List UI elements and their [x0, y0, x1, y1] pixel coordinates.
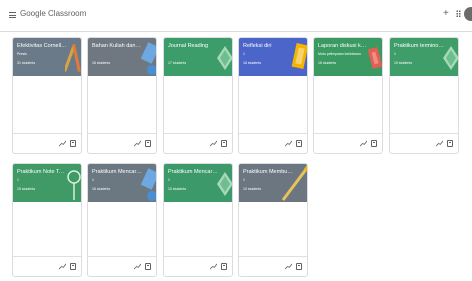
top-app-bar: Google Classroom +	[0, 0, 472, 32]
class-card-footer	[239, 133, 307, 153]
class-card-students: 16 students	[92, 61, 111, 65]
class-card-title[interactable]: Praktikum Mencari U...	[92, 169, 142, 175]
class-card-banner[interactable]: Laporan diskusi kelo... Mutu pelimpaian …	[314, 38, 382, 76]
class-card-section: 1	[394, 52, 396, 56]
trending-up-icon[interactable]	[210, 140, 217, 147]
class-card-title[interactable]: Praktikum Mencari Ju...	[168, 169, 218, 175]
class-card-title[interactable]: Praktikum terminolo...	[394, 43, 444, 49]
add-class-icon[interactable]: +	[443, 8, 449, 20]
class-card-section: 1	[168, 178, 170, 182]
class-card[interactable]: Praktikum terminolo... 1 19 students	[389, 37, 459, 154]
folder-icon[interactable]	[371, 140, 377, 147]
class-card-footer	[88, 256, 156, 276]
diamond-illustration-icon	[217, 46, 232, 70]
class-card[interactable]: Praktikum Mencari Ju... 1 10 students	[163, 163, 233, 277]
folder-icon[interactable]	[145, 263, 151, 270]
pencils-illustration-icon	[65, 43, 81, 72]
book-illustration-icon	[140, 42, 156, 75]
class-card-students: 17 students	[168, 61, 187, 65]
class-card-title[interactable]: Journal Reading	[168, 43, 218, 49]
class-card-section: Mutu pelimpaian kebidanan	[318, 52, 361, 56]
class-card-title[interactable]: Bahan Kuliah dan Pen...	[92, 43, 142, 49]
class-card-footer	[314, 133, 382, 153]
class-card-footer	[164, 133, 232, 153]
trending-up-icon[interactable]	[134, 263, 141, 270]
class-card[interactable]: Praktikum Mencari U... 1 16 students	[87, 163, 157, 277]
apps-grid-icon[interactable]	[456, 10, 461, 17]
diamond-illustration-icon	[443, 46, 458, 70]
trending-up-icon[interactable]	[285, 140, 292, 147]
class-card-footer	[13, 133, 81, 153]
class-card[interactable]: Bahan Kuliah dan Pen... 16 students	[87, 37, 157, 154]
class-card-students: 10 students	[168, 187, 187, 191]
class-card[interactable]: Efektivitas Cornell M... Presis 31 stude…	[12, 37, 82, 154]
folder-icon[interactable]	[70, 140, 76, 147]
book-illustration-icon	[140, 168, 156, 201]
notebook-illustration-icon	[291, 43, 307, 69]
class-card-students: 16 students	[92, 187, 111, 191]
trending-up-icon[interactable]	[134, 140, 141, 147]
class-card-title[interactable]: Refleksi diri	[243, 43, 293, 49]
class-card-footer	[164, 256, 232, 276]
class-card-students: 10 students	[243, 187, 262, 191]
class-card-banner[interactable]: Journal Reading 17 students	[164, 38, 232, 76]
trending-up-icon[interactable]	[59, 140, 66, 147]
class-card-banner[interactable]: Praktikum Note Takin... 1 15 students	[13, 164, 81, 202]
avatar[interactable]	[464, 7, 472, 21]
class-card-section: Presis	[17, 52, 27, 56]
folder-icon[interactable]	[296, 140, 302, 147]
class-card-footer	[13, 256, 81, 276]
app-title[interactable]: Google Classroom	[20, 9, 86, 18]
class-card-students: 19 students	[394, 61, 413, 65]
diamond-illustration-icon	[217, 172, 232, 196]
magnifier-illustration-icon	[67, 170, 81, 200]
class-card-title[interactable]: Praktikum Note Takin...	[17, 169, 67, 175]
class-card-footer	[88, 133, 156, 153]
class-card-title[interactable]: Laporan diskusi kelo...	[318, 43, 368, 49]
class-card-title[interactable]: Efektivitas Cornell M...	[17, 43, 67, 49]
class-card-banner[interactable]: Praktikum Mencari U... 1 16 students	[88, 164, 156, 202]
folder-icon[interactable]	[145, 140, 151, 147]
class-card[interactable]: Refleksi diri 1 16 students	[238, 37, 308, 154]
class-card[interactable]: Laporan diskusi kelo... Mutu pelimpaian …	[313, 37, 383, 154]
trending-up-icon[interactable]	[285, 263, 292, 270]
class-card-banner[interactable]: Efektivitas Cornell M... Presis 31 stude…	[13, 38, 81, 76]
trending-up-icon[interactable]	[436, 140, 443, 147]
pencil-illustration-icon	[281, 165, 307, 201]
class-card[interactable]: Praktikum Note Takin... 1 15 students	[12, 163, 82, 277]
class-card-banner[interactable]: Praktikum Mencari Ju... 1 10 students	[164, 164, 232, 202]
folder-icon[interactable]	[221, 263, 227, 270]
class-card-students: 16 students	[318, 61, 337, 65]
class-card[interactable]: Praktikum Membuat ... 1 10 students	[238, 163, 308, 277]
class-card-students: 31 students	[17, 61, 36, 65]
class-card[interactable]: Journal Reading 17 students	[163, 37, 233, 154]
folder-icon[interactable]	[296, 263, 302, 270]
trending-up-icon[interactable]	[210, 263, 217, 270]
folder-icon[interactable]	[447, 140, 453, 147]
class-card-banner[interactable]: Bahan Kuliah dan Pen... 16 students	[88, 38, 156, 76]
trending-up-icon[interactable]	[59, 263, 66, 270]
books-illustration-icon	[368, 47, 382, 69]
class-card-section: 1	[92, 178, 94, 182]
trending-up-icon[interactable]	[360, 140, 367, 147]
class-card-banner[interactable]: Praktikum terminolo... 1 19 students	[390, 38, 458, 76]
class-card-students: 16 students	[243, 61, 262, 65]
class-card-section: 1	[243, 52, 245, 56]
class-card-banner[interactable]: Refleksi diri 1 16 students	[239, 38, 307, 76]
class-card-students: 15 students	[17, 187, 36, 191]
class-card-footer	[390, 133, 458, 153]
folder-icon[interactable]	[221, 140, 227, 147]
class-card-section: 1	[17, 178, 19, 182]
class-card-footer	[239, 256, 307, 276]
folder-icon[interactable]	[70, 263, 76, 270]
menu-icon[interactable]	[9, 12, 16, 18]
class-card-banner[interactable]: Praktikum Membuat ... 1 10 students	[239, 164, 307, 202]
